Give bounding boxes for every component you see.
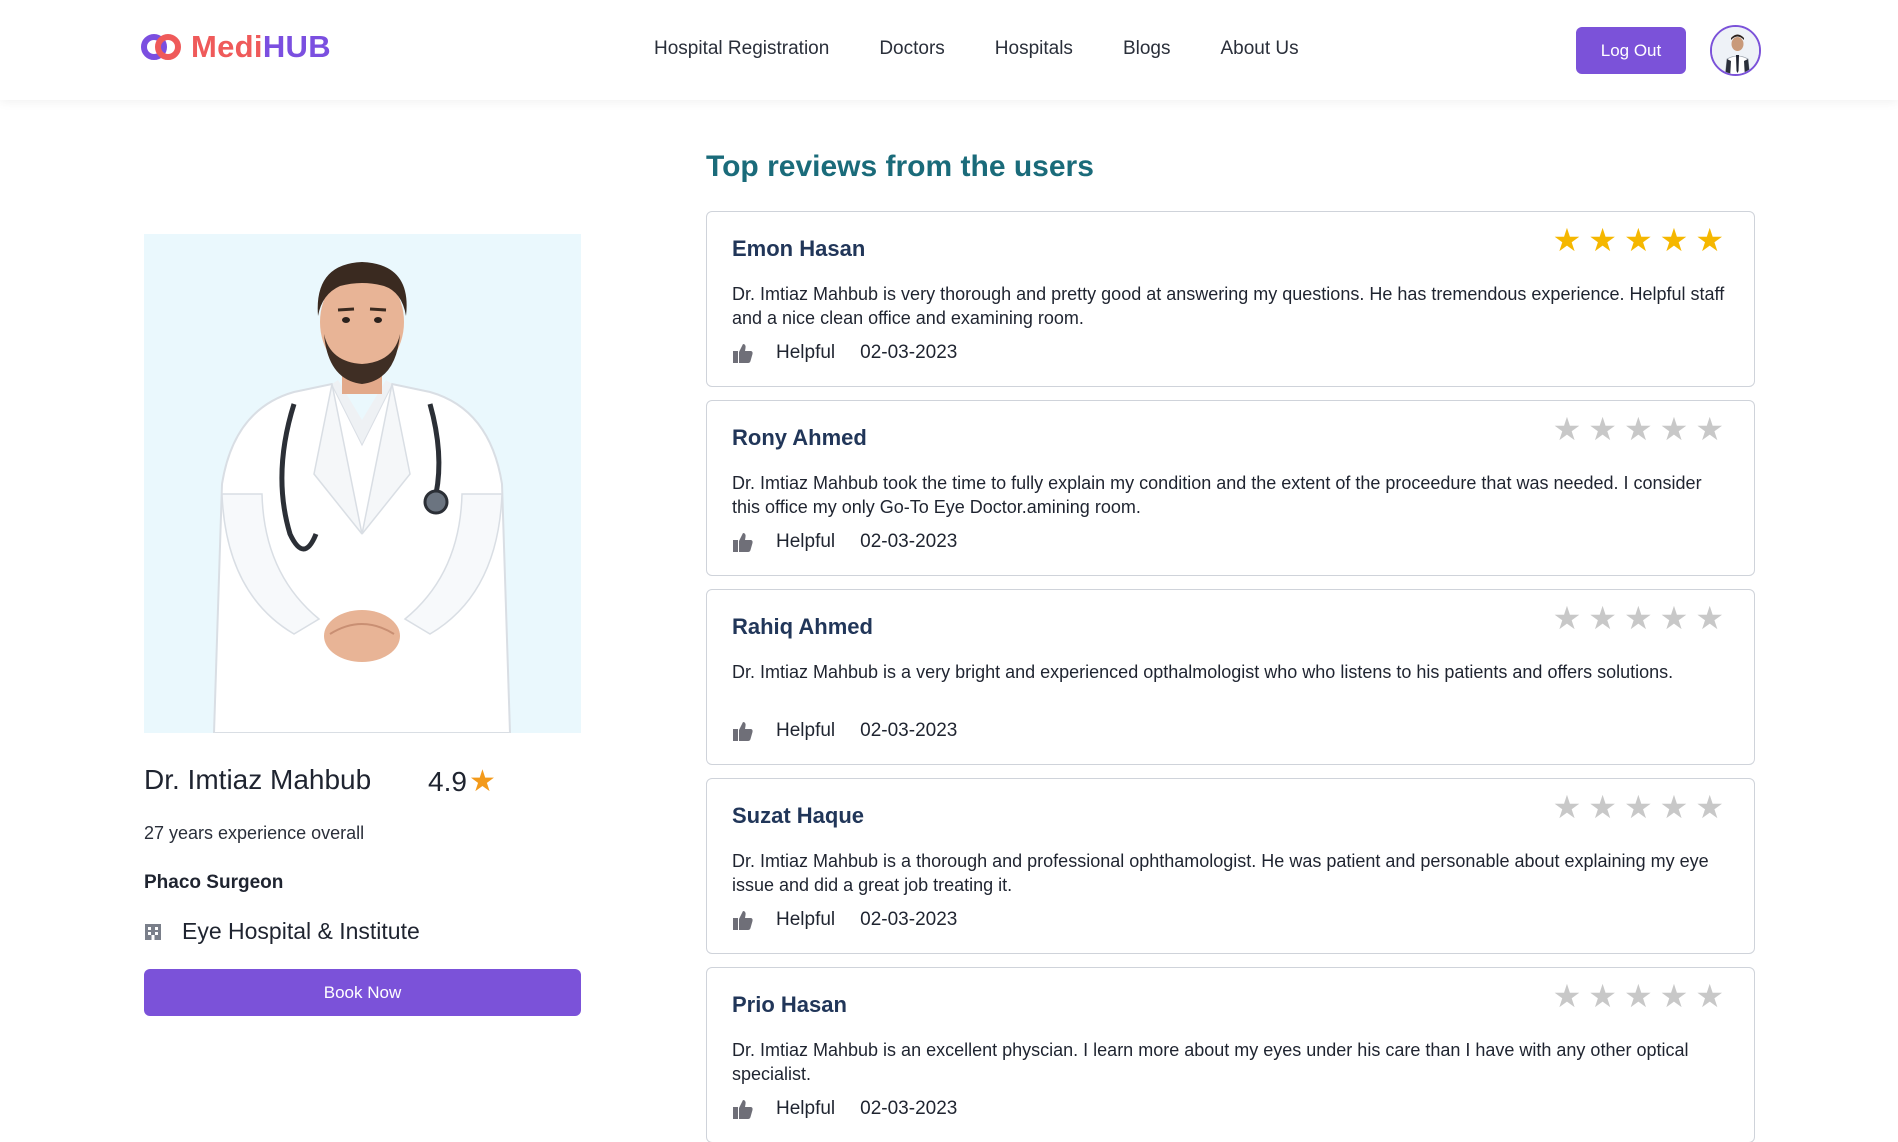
star-icon[interactable]: ★ xyxy=(1588,602,1617,634)
star-icon[interactable]: ★ xyxy=(1553,413,1582,445)
nav-about-us[interactable]: About Us xyxy=(1220,38,1298,60)
thumbs-up-icon[interactable] xyxy=(732,342,754,364)
thumbs-up-icon[interactable] xyxy=(732,909,754,931)
reviews-title: Top reviews from the users xyxy=(706,150,1094,183)
star-icon[interactable]: ★ xyxy=(1660,602,1689,634)
helpful-button[interactable]: Helpful xyxy=(776,909,835,931)
doctor-photo xyxy=(144,234,581,733)
star-icon[interactable]: ★ xyxy=(1695,791,1724,823)
logout-button[interactable]: Log Out xyxy=(1576,27,1686,74)
review-text: Dr. Imtiaz Mahbub is an excellent physci… xyxy=(732,1040,1689,1084)
reviewer-name: Prio Hasan xyxy=(732,992,847,1017)
review-footer: Helpful 02-03-2023 xyxy=(732,720,957,742)
thumbs-up-icon[interactable] xyxy=(732,531,754,553)
review-card: Rony Ahmed ★ ★ ★ ★ ★ Dr. Imtiaz Mahbub took th… xyxy=(706,400,1755,576)
doctor-name: Dr. Imtiaz Mahbub xyxy=(144,764,372,795)
review-date: 02-03-2023 xyxy=(860,342,958,363)
star-icon[interactable]: ★ xyxy=(1660,791,1689,823)
helpful-button[interactable]: Helpful xyxy=(776,1098,835,1120)
review-date: 02-03-2023 xyxy=(860,1098,958,1119)
doctor-experience: 27 years experience overall xyxy=(144,823,365,843)
doctor-rating-value: 4.9 xyxy=(428,765,467,797)
review-footer: Helpful 02-03-2023 xyxy=(732,531,957,553)
main-nav: Hospital Registration Doctors Hospitals … xyxy=(654,38,1299,60)
review-card: Rahiq Ahmed ★ ★ ★ ★ ★ Dr. Imtiaz Mahbub is a v… xyxy=(706,589,1755,765)
star-icon[interactable]: ★ xyxy=(1624,791,1653,823)
star-icon[interactable]: ★ xyxy=(1660,980,1689,1012)
reviewer-name: Suzat Haque xyxy=(732,803,865,828)
star-icon[interactable]: ★ xyxy=(1624,224,1653,256)
doctor-rating: 4.9 ★ xyxy=(428,764,496,799)
helpful-button[interactable]: Helpful xyxy=(776,531,835,553)
review-text: Dr. Imtiaz Mahbub is a thorough and prof… xyxy=(732,851,1709,895)
review-footer: Helpful 02-03-2023 xyxy=(732,909,957,931)
review-card: Prio Hasan ★ ★ ★ ★ ★ Dr. Imtiaz Mahbub is an e… xyxy=(706,967,1755,1142)
review-date: 02-03-2023 xyxy=(860,720,958,741)
thumbs-up-icon[interactable] xyxy=(732,720,754,742)
star-icon[interactable]: ★ xyxy=(1553,791,1582,823)
star-icon[interactable]: ★ xyxy=(1695,224,1724,256)
nav-hospital-registration[interactable]: Hospital Registration xyxy=(654,38,829,60)
reviewer-name: Emon Hasan xyxy=(732,236,866,261)
review-card: Suzat Haque ★ ★ ★ ★ ★ Dr. Imtiaz Mahbub is a t… xyxy=(706,778,1755,954)
review-stars[interactable]: ★ ★ ★ ★ ★ xyxy=(1553,602,1724,634)
star-icon[interactable]: ★ xyxy=(1553,602,1582,634)
review-stars[interactable]: ★ ★ ★ ★ ★ xyxy=(1553,413,1724,445)
reviewer-name: Rahiq Ahmed xyxy=(732,614,873,639)
review-footer: Helpful 02-03-2023 xyxy=(732,342,957,364)
top-navbar: MediHUB Hospital Registration Doctors Ho… xyxy=(0,0,1898,100)
star-icon[interactable]: ★ xyxy=(1695,602,1724,634)
star-icon[interactable]: ★ xyxy=(1695,980,1724,1012)
star-icon[interactable]: ★ xyxy=(1553,224,1582,256)
hospital-name: Eye Hospital & Institute xyxy=(182,918,420,944)
star-icon[interactable]: ★ xyxy=(1660,413,1689,445)
star-icon[interactable]: ★ xyxy=(1695,413,1724,445)
logo-rings-icon xyxy=(139,29,183,65)
thumbs-up-icon[interactable] xyxy=(732,1098,754,1120)
medihub-logo[interactable]: MediHUB xyxy=(139,29,331,65)
user-avatar[interactable] xyxy=(1710,25,1761,76)
user-avatar-icon xyxy=(1712,27,1759,74)
doctor-specialty: Phaco Surgeon xyxy=(144,872,284,893)
review-stars[interactable]: ★ ★ ★ ★ ★ xyxy=(1553,980,1724,1012)
nav-blogs[interactable]: Blogs xyxy=(1123,38,1171,60)
star-icon[interactable]: ★ xyxy=(1588,224,1617,256)
review-card: Emon Hasan ★ ★ ★ ★ ★ Dr. Imtiaz Mahbub is very… xyxy=(706,211,1755,387)
review-stars[interactable]: ★ ★ ★ ★ ★ xyxy=(1553,791,1724,823)
review-text: Dr. Imtiaz Mahbub is a very bright and e… xyxy=(732,662,1674,682)
star-icon[interactable]: ★ xyxy=(1660,224,1689,256)
review-date: 02-03-2023 xyxy=(860,531,958,552)
star-icon[interactable]: ★ xyxy=(1588,791,1617,823)
review-text: Dr. Imtiaz Mahbub took the time to fully… xyxy=(732,473,1702,517)
review-stars[interactable]: ★ ★ ★ ★ ★ xyxy=(1553,224,1724,256)
hospital-icon xyxy=(145,923,161,940)
nav-doctors[interactable]: Doctors xyxy=(879,38,944,60)
logo-text: MediHUB xyxy=(191,29,331,64)
star-icon[interactable]: ★ xyxy=(1553,980,1582,1012)
doctor-hospital: Eye Hospital & Institute xyxy=(144,918,420,945)
nav-hospitals[interactable]: Hospitals xyxy=(995,38,1073,60)
book-now-button[interactable]: Book Now xyxy=(144,969,581,1016)
review-text: Dr. Imtiaz Mahbub is very thorough and p… xyxy=(732,284,1725,328)
star-icon[interactable]: ★ xyxy=(1588,413,1617,445)
star-icon: ★ xyxy=(468,765,496,798)
review-footer: Helpful 02-03-2023 xyxy=(732,1098,957,1120)
helpful-button[interactable]: Helpful xyxy=(776,720,835,742)
doctor-illustration xyxy=(144,234,581,733)
star-icon[interactable]: ★ xyxy=(1624,602,1653,634)
helpful-button[interactable]: Helpful xyxy=(776,342,835,364)
star-icon[interactable]: ★ xyxy=(1624,413,1653,445)
reviewer-name: Rony Ahmed xyxy=(732,425,867,450)
star-icon[interactable]: ★ xyxy=(1588,980,1617,1012)
star-icon[interactable]: ★ xyxy=(1624,980,1653,1012)
review-date: 02-03-2023 xyxy=(860,909,958,930)
